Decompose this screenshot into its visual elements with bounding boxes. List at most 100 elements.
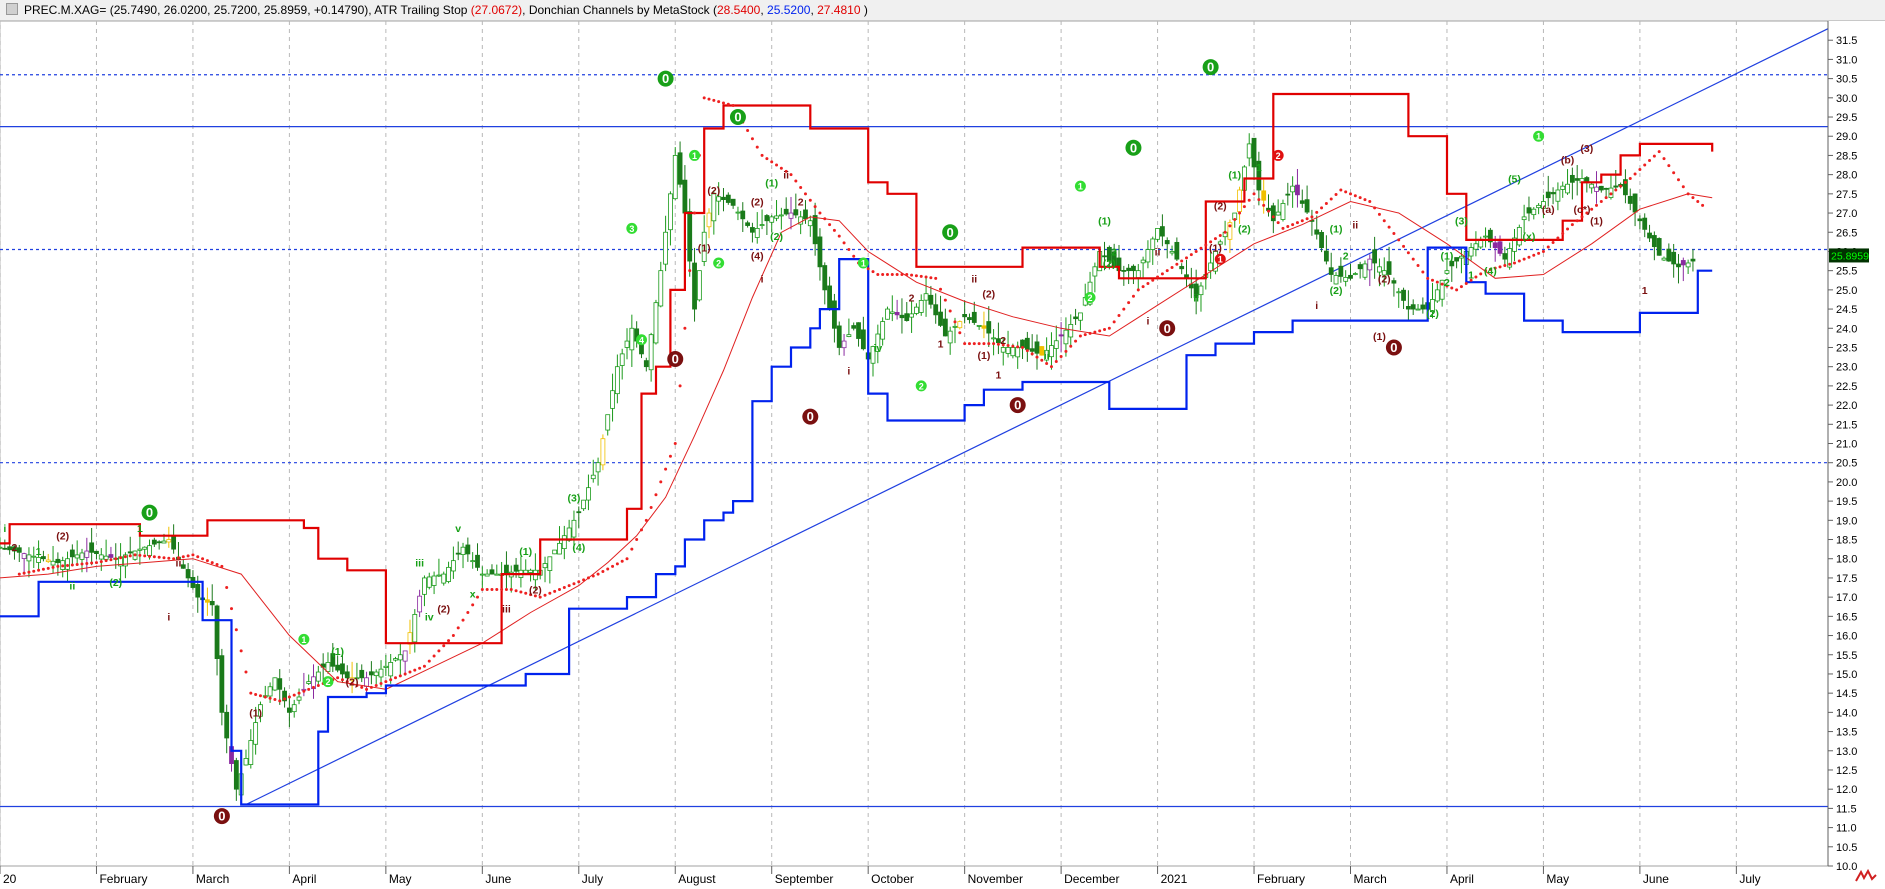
time-tick-label: August xyxy=(678,872,716,886)
trailing-stop-dot xyxy=(1633,172,1637,176)
candle-body xyxy=(180,564,186,569)
trailing-stop-dot xyxy=(707,97,711,101)
candle-body xyxy=(624,340,630,348)
trailing-stop-dot xyxy=(1223,230,1227,234)
candle-body xyxy=(1656,238,1662,256)
trailing-stop-dot xyxy=(900,273,904,276)
candle-body xyxy=(156,541,162,544)
plot-area[interactable] xyxy=(0,21,1829,867)
trailing-stop-dot xyxy=(1286,224,1290,228)
candle-body xyxy=(1405,306,1411,310)
wave-label: (1) xyxy=(249,707,262,719)
wave-circle-label: 0 xyxy=(1164,321,1171,336)
candle-body xyxy=(822,265,828,291)
trailing-stop-dot xyxy=(731,104,735,107)
candle-body xyxy=(552,549,558,555)
candle-body xyxy=(1550,192,1556,195)
wave-label: (2) xyxy=(982,289,995,301)
trailing-stop-dot xyxy=(225,586,229,590)
trailing-stop-dot xyxy=(186,554,190,558)
wave-label: (4) xyxy=(572,542,585,554)
candle-body xyxy=(1333,275,1339,285)
trailing-stop-dot xyxy=(1112,320,1116,324)
trailing-stop-dot xyxy=(422,664,426,668)
candle-body xyxy=(94,550,99,555)
trailing-stop-dot xyxy=(673,442,677,445)
trailing-stop-dot xyxy=(750,137,754,141)
candle-body xyxy=(209,600,215,606)
trailing-stop-dot xyxy=(654,493,658,497)
candle-body xyxy=(1102,255,1107,258)
trailing-stop-dot xyxy=(524,591,528,595)
candle-body xyxy=(450,560,456,572)
wave-label: ii xyxy=(971,273,977,285)
trailing-stop-dot xyxy=(1199,246,1203,250)
trailing-stop-dot xyxy=(910,273,914,277)
wave-label: iv xyxy=(873,342,882,354)
trailing-stop-dot xyxy=(1267,209,1271,213)
candle-body xyxy=(1290,185,1296,193)
time-tick-label: June xyxy=(1643,872,1669,886)
trailing-stop-dot xyxy=(1508,262,1512,266)
trailing-stop-dot xyxy=(514,589,518,593)
wave-label: 2 xyxy=(798,197,804,209)
price-chart[interactable]: 000000000000123412 1212121i2 1(2)ii (2)1iii… xyxy=(0,21,1885,889)
trailing-stop-dot xyxy=(1479,272,1483,276)
trailing-stop-dot xyxy=(577,580,581,584)
trailing-stop-dot xyxy=(1426,276,1430,280)
candle-body xyxy=(1145,249,1151,263)
candle-body xyxy=(1627,195,1633,204)
candle-body xyxy=(1270,205,1276,222)
wave-label: i xyxy=(167,611,170,623)
trailing-stop-dot xyxy=(924,275,928,279)
candle-body xyxy=(1651,235,1657,248)
trailing-stop-dot xyxy=(808,198,812,202)
candle-body xyxy=(1319,231,1324,249)
trailing-stop-dot xyxy=(138,553,142,557)
trailing-stop-dot xyxy=(775,163,779,167)
trailing-stop-dot xyxy=(509,587,513,591)
trailing-stop-dot xyxy=(1614,188,1618,192)
candle-body xyxy=(962,313,968,318)
candle-body xyxy=(422,577,427,595)
chart-menu-icon[interactable] xyxy=(6,3,18,15)
wave-label: (2) xyxy=(437,604,450,616)
time-axis[interactable]: 20 February March April May June July August Sep… xyxy=(0,866,1761,886)
trailing-stop-dot xyxy=(1117,313,1121,317)
price-tick-label: 11.0 xyxy=(1836,823,1857,835)
wave-label: ii xyxy=(1155,246,1161,258)
trailing-stop-dot xyxy=(123,555,127,559)
price-tick-label: 15.5 xyxy=(1836,650,1857,662)
price-axis[interactable]: 10.010.511.011.512.012.513.013.514.014.5… xyxy=(1827,21,1869,873)
candle-body xyxy=(590,474,596,480)
trailing-stop-dot xyxy=(615,562,619,566)
trailing-stop-dot xyxy=(215,562,219,566)
trailing-stop-dot xyxy=(389,678,393,682)
candle-body xyxy=(1516,227,1522,246)
trailing-stop-dot xyxy=(943,298,947,302)
trailing-stop-dot xyxy=(596,572,600,576)
wave-label: (c*) xyxy=(1574,204,1591,216)
trailing-stop-dot xyxy=(1141,285,1145,289)
candle-body xyxy=(745,222,750,226)
candle-body xyxy=(89,542,95,553)
candle-body xyxy=(364,677,369,687)
candle-body xyxy=(581,499,587,510)
candle-body xyxy=(161,540,167,544)
trailing-stop-dot xyxy=(1503,264,1507,268)
candle-body xyxy=(291,704,297,713)
candle-body xyxy=(513,564,519,572)
price-tick-label: 26.5 xyxy=(1836,227,1857,239)
trailing-stop-dot xyxy=(1107,326,1111,330)
candle-body xyxy=(1155,228,1160,240)
trailing-stop-dot xyxy=(1059,354,1063,358)
candle-body xyxy=(1005,347,1011,354)
candle-body xyxy=(1569,174,1575,183)
wave-label: (2) xyxy=(751,197,764,209)
trailing-stop-dot xyxy=(485,587,489,591)
wave-label: (2) xyxy=(1330,285,1343,297)
wave-circle-label: 0 xyxy=(1130,140,1137,155)
price-tick-label: 13.5 xyxy=(1836,727,1857,739)
candle-body xyxy=(836,325,842,348)
trailing-stop-dot xyxy=(1541,249,1545,253)
